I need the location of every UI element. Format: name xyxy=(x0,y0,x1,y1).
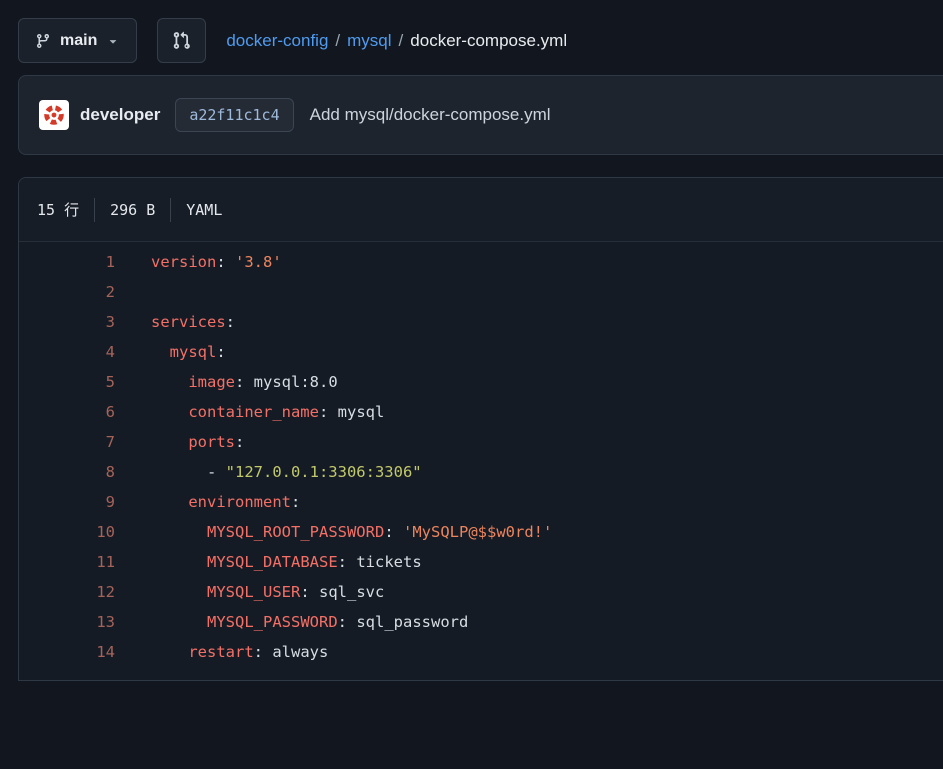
code-line: 1 version: '3.8' xyxy=(19,247,943,277)
git-compare-icon xyxy=(172,31,191,50)
divider xyxy=(94,198,95,222)
commit-author-name[interactable]: developer xyxy=(80,105,160,125)
chevron-down-icon xyxy=(106,34,120,48)
breadcrumb-dir-link[interactable]: mysql xyxy=(347,31,391,51)
breadcrumb-separator: / xyxy=(335,31,340,51)
line-number[interactable]: 2 xyxy=(19,277,115,307)
line-number[interactable]: 12 xyxy=(19,577,115,607)
line-number[interactable]: 7 xyxy=(19,427,115,457)
breadcrumb-repo-link[interactable]: docker-config xyxy=(226,31,328,51)
latest-commit-bar: developer a22f11c1c4 Add mysql/docker-co… xyxy=(18,75,943,155)
line-number[interactable]: 4 xyxy=(19,337,115,367)
code-line: 4 mysql: xyxy=(19,337,943,367)
code-line: 7 ports: xyxy=(19,427,943,457)
line-number[interactable]: 13 xyxy=(19,607,115,637)
code-text: version: '3.8' xyxy=(151,247,282,277)
line-number[interactable]: 6 xyxy=(19,397,115,427)
file-info-header: 15 行 296 B YAML xyxy=(19,178,943,242)
developer-avatar[interactable] xyxy=(39,100,69,130)
code-text: - "127.0.0.1:3306:3306" xyxy=(151,457,422,487)
code-line: 8 - "127.0.0.1:3306:3306" xyxy=(19,457,943,487)
code-line: 9 environment: xyxy=(19,487,943,517)
line-number[interactable]: 8 xyxy=(19,457,115,487)
breadcrumb-current-file: docker-compose.yml xyxy=(410,31,567,51)
commit-sha-badge[interactable]: a22f11c1c4 xyxy=(175,98,293,132)
commit-message: Add mysql/docker-compose.yml xyxy=(310,105,551,125)
file-lines-count: 15 行 xyxy=(37,199,79,220)
code-text: ports: xyxy=(151,427,244,457)
code-line: 3 services: xyxy=(19,307,943,337)
line-number[interactable]: 14 xyxy=(19,637,115,667)
line-number[interactable]: 10 xyxy=(19,517,115,547)
compare-branches-button[interactable] xyxy=(157,18,206,63)
code-text: MYSQL_USER: sql_svc xyxy=(151,577,384,607)
top-toolbar: main docker-config / mysql / docker-comp… xyxy=(0,0,943,63)
line-number[interactable]: 1 xyxy=(19,247,115,277)
code-line: 14 restart: always xyxy=(19,637,943,667)
line-number[interactable]: 11 xyxy=(19,547,115,577)
code-text: container_name: mysql xyxy=(151,397,384,427)
breadcrumb-separator: / xyxy=(399,31,404,51)
code-text: image: mysql:8.0 xyxy=(151,367,338,397)
code-line: 12 MYSQL_USER: sql_svc xyxy=(19,577,943,607)
line-number[interactable]: 3 xyxy=(19,307,115,337)
file-language: YAML xyxy=(186,201,222,219)
code-line: 6 container_name: mysql xyxy=(19,397,943,427)
code-text: MYSQL_DATABASE: tickets xyxy=(151,547,422,577)
code-block: 1version: '3.8'23services:4 mysql:5 imag… xyxy=(19,242,943,667)
current-branch-label: main xyxy=(60,32,97,50)
breadcrumb: docker-config / mysql / docker-compose.y… xyxy=(226,31,567,51)
line-number[interactable]: 5 xyxy=(19,367,115,397)
code-text: mysql: xyxy=(151,337,226,367)
code-text: services: xyxy=(151,307,235,337)
file-view-card: 15 行 296 B YAML 1 version: '3.8' 23 service… xyxy=(18,177,943,681)
code-line: 2 xyxy=(19,277,943,307)
line-number[interactable]: 9 xyxy=(19,487,115,517)
code-line: 10 MYSQL_ROOT_PASSWORD: 'MySQLP@$$w0rd!' xyxy=(19,517,943,547)
file-size: 296 B xyxy=(110,201,155,219)
code-line: 5 image: mysql:8.0 xyxy=(19,367,943,397)
branch-selector-button[interactable]: main xyxy=(18,18,137,63)
code-text: environment: xyxy=(151,487,300,517)
code-line: 11 MYSQL_DATABASE: tickets xyxy=(19,547,943,577)
divider xyxy=(170,198,171,222)
code-text: MYSQL_PASSWORD: sql_password xyxy=(151,607,468,637)
git-branch-icon xyxy=(35,33,51,49)
code-line: 13 MYSQL_PASSWORD: sql_password xyxy=(19,607,943,637)
code-text: restart: always xyxy=(151,637,328,667)
code-text: MYSQL_ROOT_PASSWORD: 'MySQLP@$$w0rd!' xyxy=(151,517,552,547)
